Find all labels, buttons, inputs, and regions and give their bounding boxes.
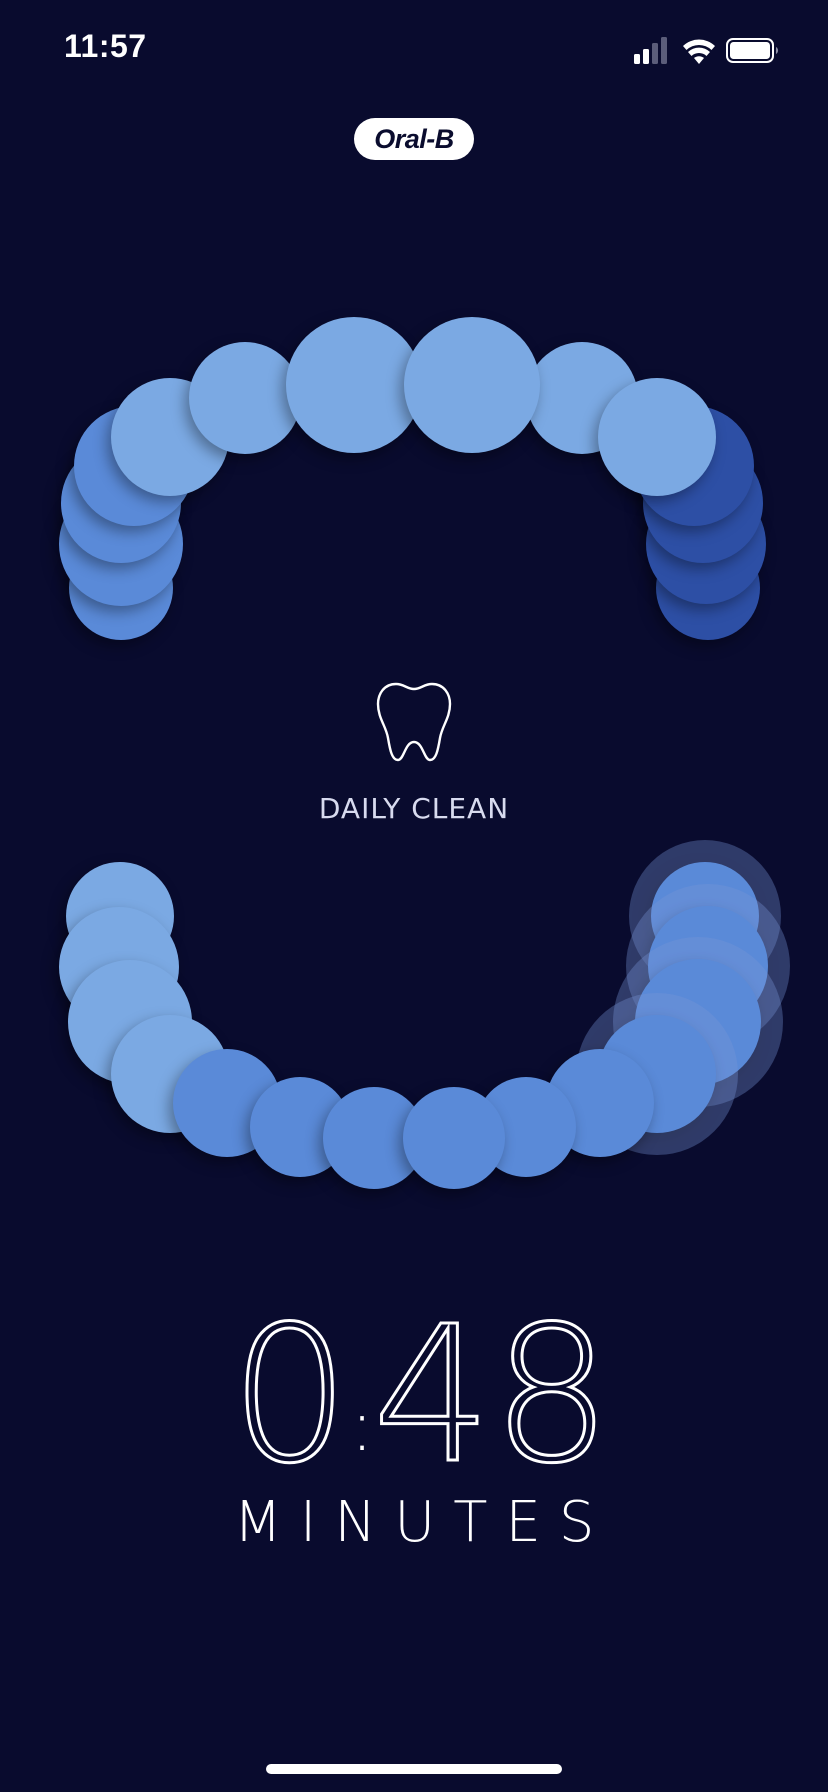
brush-timer: 0 : 48 bbox=[0, 1300, 828, 1490]
lower-front-zone bbox=[403, 1087, 505, 1189]
upper-front-zone bbox=[404, 317, 540, 453]
upper-front-zone bbox=[189, 342, 301, 454]
timer-minutes: 0 bbox=[230, 1300, 350, 1490]
home-indicator[interactable] bbox=[266, 1764, 562, 1774]
timer-seconds: 48 bbox=[372, 1300, 611, 1490]
brushing-screen: 11:57 Oral-B DAILY CLEAN 0: 48 MINUTES bbox=[0, 0, 828, 1792]
timer-separator: : bbox=[350, 1385, 374, 1467]
mode-label: DAILY CLEAN bbox=[318, 792, 510, 825]
upper-front-zone bbox=[286, 317, 422, 453]
timer-unit-label: MINUTES bbox=[233, 1490, 613, 1555]
upper-right-zone bbox=[598, 378, 716, 496]
tooth-icon bbox=[376, 682, 452, 762]
